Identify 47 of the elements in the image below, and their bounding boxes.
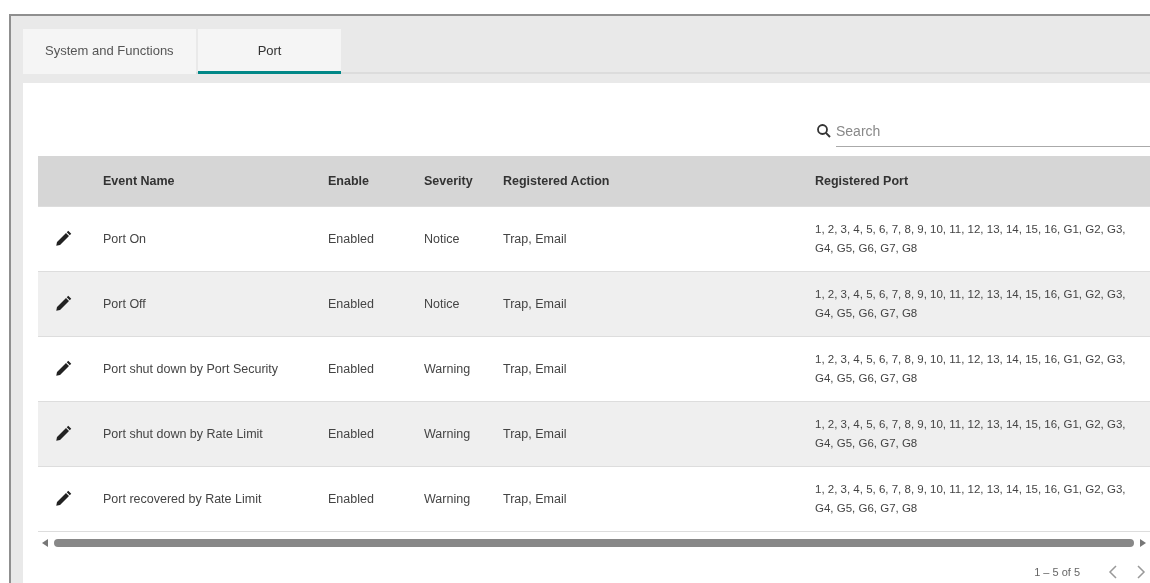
table-cell-text: Port Off (102, 295, 147, 313)
table-cell-text: Trap, Email (503, 295, 568, 313)
table-cell-text: 1, 2, 3, 4, 5, 6, 7, 8, 9, 10, 11, 12, 13, 14, 15, 16, G1, G2, G3, G4, G5, G6, G7, G8 (815, 287, 1127, 321)
table-cell-text: Trap, Email (503, 425, 568, 443)
pencil-icon (54, 230, 72, 248)
tab[interactable]: System and Functions (23, 29, 196, 74)
pencil-icon (54, 360, 72, 378)
table-cell-text: Warning (424, 490, 472, 508)
column-header: Registered Port (815, 174, 910, 188)
column-header: Registered Action (503, 174, 611, 188)
chevron-right-icon (1136, 565, 1146, 579)
table-cell-text: Trap, Email (503, 490, 568, 508)
column-header: Severity (424, 174, 474, 188)
tab[interactable]: Port (197, 29, 342, 74)
next-page-button[interactable] (1136, 565, 1146, 579)
table-cell-text: 1, 2, 3, 4, 5, 6, 7, 8, 9, 10, 11, 12, 13, 14, 15, 16, G1, G2, G3, G4, G5, G6, G7, G8 (815, 352, 1127, 386)
table-cell-text: 1, 2, 3, 4, 5, 6, 7, 8, 9, 10, 11, 12, 13, 14, 15, 16, G1, G2, G3, G4, G5, G6, G7, G8 (815, 417, 1127, 451)
table-cell-text: Enabled (328, 490, 375, 508)
table-cell-text: Warning (424, 360, 472, 378)
table-cell-text: Trap, Email (503, 230, 568, 248)
table-cell-text: Enabled (328, 360, 375, 378)
search-field[interactable]: Search (836, 115, 1150, 147)
table-cell-text: Warning (424, 425, 472, 443)
table-cell-text: Enabled (328, 230, 375, 248)
table-cell-text: Port shut down by Port Security (102, 360, 280, 378)
scrollbar-thumb[interactable] (54, 539, 1134, 547)
pencil-icon (54, 490, 72, 508)
table-cell-text: 1, 2, 3, 4, 5, 6, 7, 8, 9, 10, 11, 12, 13, 14, 15, 16, G1, G2, G3, G4, G5, G6, G7, G8 (815, 222, 1127, 256)
table-cell-text: Notice (424, 230, 461, 248)
search-icon (815, 122, 833, 140)
table-cell-text: Trap, Email (503, 360, 568, 378)
column-header: Event Name (102, 174, 176, 188)
table-cell-text: Port shut down by Rate Limit (102, 425, 264, 443)
chevron-left-icon (1108, 565, 1118, 579)
page-range: 1 – 5 of 5 (1034, 566, 1080, 578)
table-cell-text: Enabled (328, 295, 375, 313)
scroll-left-icon[interactable] (42, 539, 48, 547)
scroll-right-icon[interactable] (1140, 539, 1146, 547)
table-cell-text: Enabled (328, 425, 375, 443)
pencil-icon (54, 425, 72, 443)
column-header: Enable (328, 174, 370, 188)
table-cell-text: 1, 2, 3, 4, 5, 6, 7, 8, 9, 10, 11, 12, 13, 14, 15, 16, G1, G2, G3, G4, G5, G6, G7, G8 (815, 482, 1127, 516)
table-cell-text: Notice (424, 295, 461, 313)
pencil-icon (54, 295, 72, 313)
previous-page-button[interactable] (1108, 565, 1118, 579)
table-cell-text: Port recovered by Rate Limit (102, 490, 263, 508)
table-cell-text: Port On (102, 230, 148, 248)
